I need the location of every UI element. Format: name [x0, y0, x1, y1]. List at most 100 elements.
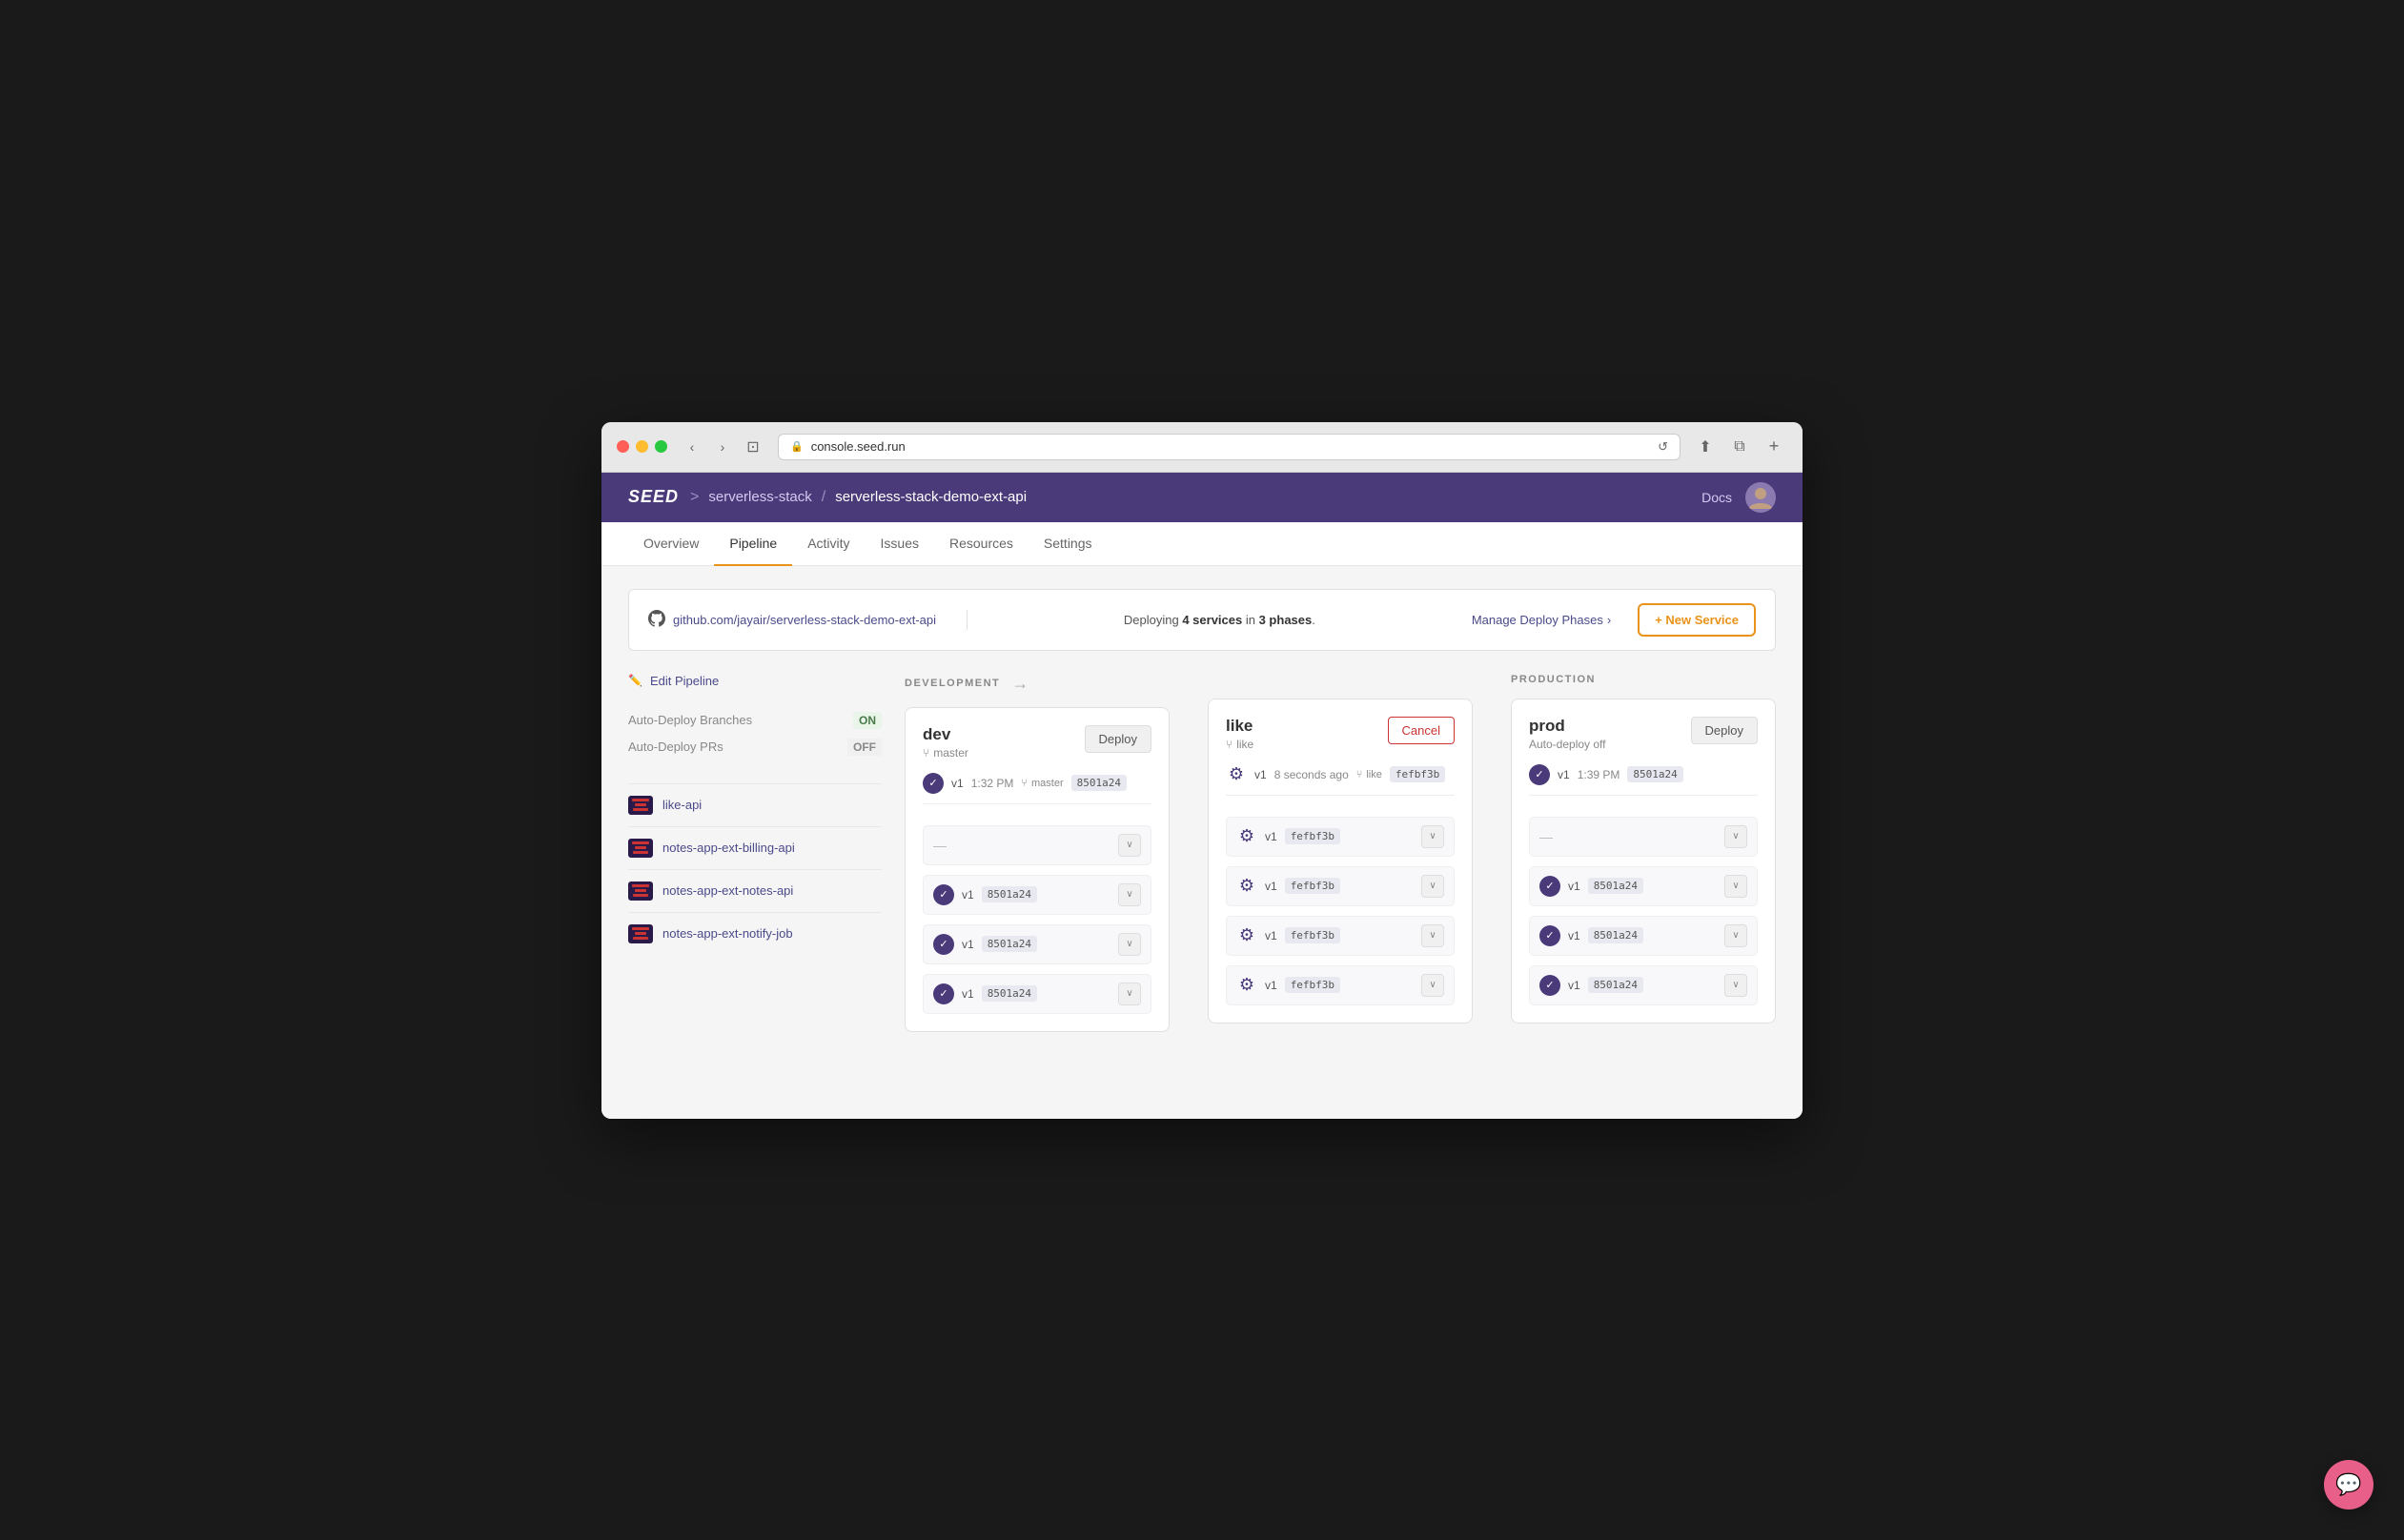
new-tab-button[interactable]: + — [1761, 434, 1787, 460]
app-logo[interactable]: SEED — [628, 487, 679, 507]
browser-window: ‹ › ⊡ 🔒 console.seed.run ↺ ⬆ ⧉ + SEED > … — [601, 422, 1803, 1119]
production-header: PRODUCTION — [1511, 674, 1776, 685]
browser-dots — [617, 440, 667, 453]
info-bar: github.com/jayair/serverless-stack-demo-… — [628, 589, 1776, 651]
dev-row-3-check: ✓ — [933, 934, 954, 955]
dev-row-1: — ∨ — [923, 825, 1151, 865]
like-row-3-version: v1 — [1265, 929, 1277, 942]
breadcrumb-org[interactable]: serverless-stack — [708, 489, 811, 505]
dev-check-icon: ✓ — [923, 773, 944, 794]
tab-activity[interactable]: Activity — [792, 522, 865, 566]
dev-row-1-chevron[interactable]: ∨ — [1118, 834, 1141, 857]
chat-fab-button[interactable]: 💬 — [2324, 1460, 2373, 1510]
like-row-2-chevron[interactable]: ∨ — [1421, 875, 1444, 898]
manage-deploy-phases[interactable]: Manage Deploy Phases › — [1472, 613, 1638, 627]
like-row-1-commit: fefbf3b — [1285, 828, 1340, 844]
minimize-dot[interactable] — [636, 440, 648, 453]
tab-overview[interactable]: Overview — [628, 522, 714, 566]
arrow-right-icon: → — [1011, 674, 1030, 694]
sidebar-toggle-button[interactable]: ⊡ — [740, 434, 766, 460]
tab-issues[interactable]: Issues — [866, 522, 934, 566]
auto-deploy-prs-value: OFF — [847, 739, 882, 756]
prod-stage-card: prod Auto-deploy off Deploy ✓ v — [1511, 699, 1776, 1023]
prod-row-2: ✓ v1 8501a24 ∨ — [1529, 866, 1758, 906]
prod-row-1-dash: — — [1539, 829, 1553, 844]
dev-row-4-version: v1 — [962, 987, 974, 1001]
like-row-2-commit: fefbf3b — [1285, 878, 1340, 894]
dev-row-2-chevron[interactable]: ∨ — [1118, 883, 1141, 906]
refresh-button[interactable]: ↺ — [1658, 439, 1668, 455]
prod-row-3-commit: 8501a24 — [1588, 927, 1643, 943]
repo-link[interactable]: github.com/jayair/serverless-stack-demo-… — [648, 610, 968, 630]
like-cancel-button[interactable]: Cancel — [1388, 717, 1455, 744]
like-row-1-chevron[interactable]: ∨ — [1421, 825, 1444, 848]
dev-deploy-button[interactable]: Deploy — [1085, 725, 1151, 753]
tab-settings[interactable]: Settings — [1029, 522, 1108, 566]
like-branch-icon: ⑂ — [1226, 738, 1233, 751]
like-top-row: ⚙ v1 8 seconds ago ⑂ like fefbf3b — [1226, 764, 1455, 796]
sidebar-service-like-api[interactable]: like-api — [628, 783, 882, 826]
prod-row-3-check: ✓ — [1539, 925, 1560, 946]
prod-row-4: ✓ v1 8501a24 ∨ — [1529, 965, 1758, 1005]
tab-pipeline[interactable]: Pipeline — [714, 522, 792, 566]
back-button[interactable]: ‹ — [679, 434, 705, 460]
new-service-button[interactable]: + New Service — [1638, 603, 1756, 637]
duplicate-tab-button[interactable]: ⧉ — [1726, 434, 1753, 460]
prod-stage-branch: Auto-deploy off — [1529, 738, 1606, 751]
like-service-rows: ⚙ v1 8 seconds ago ⑂ like fefbf3b — [1226, 764, 1455, 1005]
prod-row-1: — ∨ — [1529, 817, 1758, 857]
like-column: PLACEHOLDER like ⑂ like Cancel — [1196, 674, 1484, 1032]
main-content: github.com/jayair/serverless-stack-demo-… — [601, 566, 1803, 1119]
nav-tabs: Overview Pipeline Activity Issues Resour… — [601, 522, 1803, 566]
breadcrumb-app[interactable]: serverless-stack-demo-ext-api — [835, 489, 1027, 505]
prod-stage-name: prod — [1529, 717, 1606, 736]
prod-top-row: ✓ v1 1:39 PM 8501a24 — [1529, 764, 1758, 796]
prod-row-2-chevron[interactable]: ∨ — [1724, 875, 1747, 898]
like-top-version: v1 — [1254, 768, 1267, 781]
sidebar-service-notify-job[interactable]: notes-app-ext-notify-job — [628, 912, 882, 955]
browser-nav: ‹ › ⊡ — [679, 434, 766, 460]
like-row-4-version: v1 — [1265, 979, 1277, 992]
like-row-2: ⚙ v1 fefbf3b ∨ — [1226, 866, 1455, 906]
chat-icon: 💬 — [2335, 1472, 2361, 1497]
pipeline-layout: ✏️ Edit Pipeline Auto-Deploy Branches ON… — [628, 674, 1776, 1032]
dev-row-2-commit: 8501a24 — [982, 886, 1037, 902]
sidebar-service-notes-api[interactable]: notes-app-ext-notes-api — [628, 869, 882, 912]
like-row-1-gear: ⚙ — [1236, 826, 1257, 847]
docs-link[interactable]: Docs — [1701, 490, 1732, 505]
auto-deploy-branches-value: ON — [853, 712, 882, 729]
dev-stage-header: dev ⑂ master Deploy — [923, 725, 1151, 760]
like-row-4: ⚙ v1 fefbf3b ∨ — [1226, 965, 1455, 1005]
share-button[interactable]: ⬆ — [1692, 434, 1719, 460]
prod-row-3-chevron[interactable]: ∨ — [1724, 924, 1747, 947]
tab-resources[interactable]: Resources — [934, 522, 1029, 566]
edit-icon: ✏️ — [628, 674, 642, 687]
maximize-dot[interactable] — [655, 440, 667, 453]
dev-row-4-chevron[interactable]: ∨ — [1118, 983, 1141, 1005]
branch-small-icon: ⑂ — [1021, 778, 1028, 789]
avatar[interactable] — [1745, 482, 1776, 513]
dev-row-3-chevron[interactable]: ∨ — [1118, 933, 1141, 956]
prod-row-1-chevron[interactable]: ∨ — [1724, 825, 1747, 848]
prod-top-commit: 8501a24 — [1627, 766, 1682, 782]
sidebar-service-billing-api[interactable]: notes-app-ext-billing-api — [628, 826, 882, 869]
like-row-3-chevron[interactable]: ∨ — [1421, 924, 1444, 947]
auto-deploy-prs-label: Auto-Deploy PRs — [628, 740, 723, 754]
like-row-4-chevron[interactable]: ∨ — [1421, 974, 1444, 997]
address-bar[interactable]: 🔒 console.seed.run ↺ — [778, 434, 1681, 460]
prod-deploy-button[interactable]: Deploy — [1691, 717, 1758, 744]
close-dot[interactable] — [617, 440, 629, 453]
service-icon-like-api — [628, 796, 653, 815]
chevron-right-icon: › — [1607, 613, 1611, 627]
edit-pipeline-button[interactable]: ✏️ Edit Pipeline — [628, 674, 882, 688]
repo-url: github.com/jayair/serverless-stack-demo-… — [673, 613, 936, 627]
dev-row-2: ✓ v1 8501a24 ∨ — [923, 875, 1151, 915]
auto-deploy-branches-row: Auto-Deploy Branches ON — [628, 707, 882, 734]
like-row-1: ⚙ v1 fefbf3b ∨ — [1226, 817, 1455, 857]
like-row-2-gear: ⚙ — [1236, 876, 1257, 897]
github-icon — [648, 610, 665, 630]
like-top-commit: fefbf3b — [1390, 766, 1445, 782]
prod-row-4-chevron[interactable]: ∨ — [1724, 974, 1747, 997]
forward-button[interactable]: › — [709, 434, 736, 460]
like-top-time: 8 seconds ago — [1274, 768, 1349, 781]
